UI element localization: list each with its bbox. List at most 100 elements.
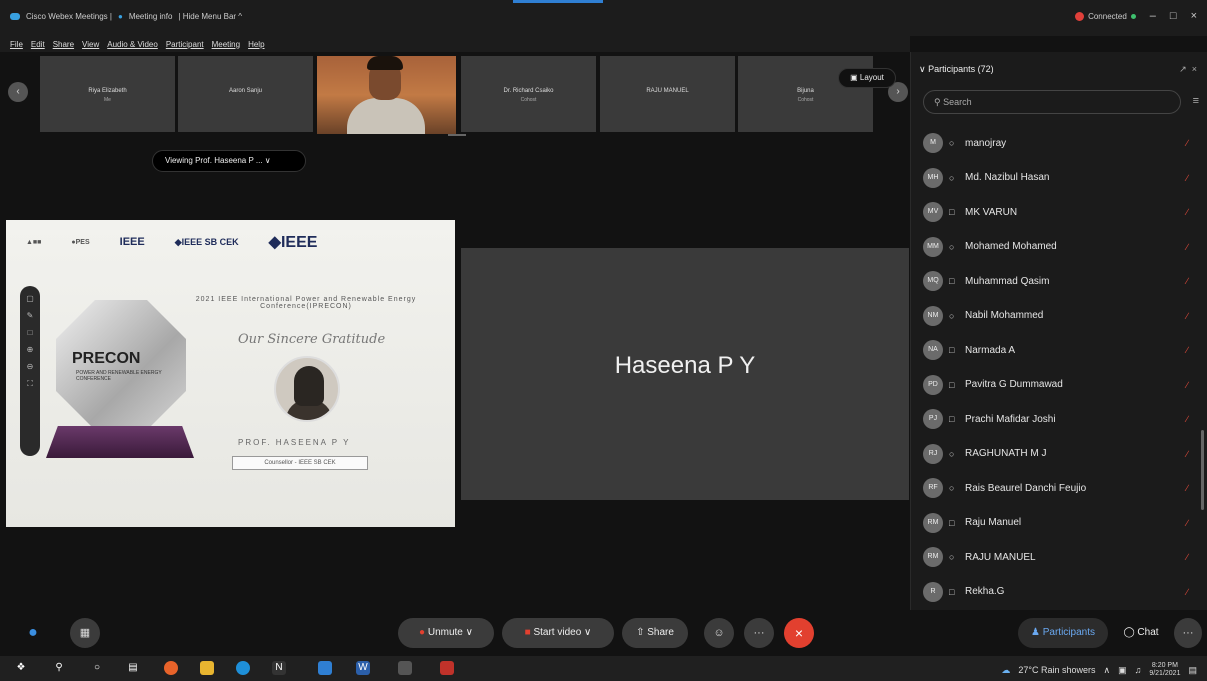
- pointer-icon[interactable]: ▢: [26, 294, 34, 303]
- participant-tile[interactable]: Aaron Sanju: [178, 56, 313, 132]
- participant-list-scrollbar[interactable]: [1201, 430, 1204, 510]
- popout-icon[interactable]: ↗: [1179, 64, 1187, 74]
- cortana-icon[interactable]: ○: [90, 661, 104, 675]
- muted-mic-icon[interactable]: ∕: [1186, 587, 1188, 597]
- chevron-down-icon[interactable]: ∨: [466, 627, 473, 638]
- clock[interactable]: 8:20 PM 9/21/2021: [1149, 662, 1180, 678]
- layout-button[interactable]: ▣ Layout: [838, 68, 896, 88]
- muted-mic-icon[interactable]: ∕: [1186, 173, 1188, 183]
- zoom-in-icon[interactable]: ⊕: [27, 345, 34, 354]
- participant-row[interactable]: MV □ MK VARUN ∕: [911, 195, 1207, 230]
- participant-row[interactable]: PJ □ Prachi Mafidar Joshi ∕: [911, 402, 1207, 437]
- menu-help[interactable]: Help: [248, 40, 264, 49]
- filmstrip-resize-handle[interactable]: [448, 134, 466, 136]
- pen-icon[interactable]: ✎: [27, 311, 34, 320]
- muted-mic-icon[interactable]: ∕: [1186, 380, 1188, 390]
- notion-icon[interactable]: N: [272, 661, 286, 675]
- menu-audio-video[interactable]: Audio & Video: [107, 40, 158, 49]
- muted-mic-icon[interactable]: ∕: [1186, 276, 1188, 286]
- muted-mic-icon[interactable]: ∕: [1186, 345, 1188, 355]
- apps-icon[interactable]: ▦: [70, 618, 100, 648]
- start-video-button[interactable]: ■ Start video ∨: [502, 618, 614, 648]
- filmstrip-prev-button[interactable]: ‹: [8, 82, 28, 102]
- share-button[interactable]: ⇧ Share: [622, 618, 688, 648]
- muted-mic-icon[interactable]: ∕: [1186, 414, 1188, 424]
- active-speaker-tile[interactable]: Haseena P Y: [461, 248, 909, 500]
- meeting-controls: ● ▦ ● Unmute ∨ ■ Start video ∨ ⇧ Share ☺…: [0, 610, 1207, 654]
- logo-image: ▲■■: [26, 238, 42, 246]
- expand-icon[interactable]: ⛶: [27, 379, 33, 389]
- chevron-down-icon[interactable]: ∨: [584, 627, 591, 638]
- menu-file[interactable]: File: [10, 40, 23, 49]
- firefox-icon[interactable]: [164, 661, 178, 675]
- participant-row[interactable]: PD □ Pavitra G Dummawad ∕: [911, 368, 1207, 403]
- muted-mic-icon[interactable]: ∕: [1186, 449, 1188, 459]
- menu-view[interactable]: View: [82, 40, 99, 49]
- chat-button[interactable]: ◯ Chat: [1112, 618, 1170, 648]
- weather-text[interactable]: 27°C Rain showers: [1018, 665, 1095, 675]
- close-button[interactable]: ×: [1191, 10, 1197, 22]
- participant-row[interactable]: MQ □ Muhammad Qasim ∕: [911, 264, 1207, 299]
- muted-mic-icon[interactable]: ∕: [1186, 311, 1188, 321]
- hide-menu-bar-link[interactable]: | Hide Menu Bar ^: [178, 12, 242, 21]
- chevron-up-icon[interactable]: ∧: [1103, 665, 1110, 676]
- muted-mic-icon[interactable]: ∕: [1186, 518, 1188, 528]
- notification-icon[interactable]: ▤: [1188, 665, 1197, 676]
- volume-icon[interactable]: ♫: [1135, 665, 1142, 675]
- windows-start-icon[interactable]: ❖: [14, 661, 28, 675]
- menu-share[interactable]: Share: [53, 40, 74, 49]
- app-icon[interactable]: [440, 661, 454, 675]
- participant-row[interactable]: RM □ Raju Manuel ∕: [911, 506, 1207, 541]
- file-explorer-icon[interactable]: [200, 661, 214, 675]
- sort-icon[interactable]: ≡: [1193, 95, 1199, 107]
- participant-row[interactable]: NA □ Narmada A ∕: [911, 333, 1207, 368]
- participant-row[interactable]: R □ Rekha.G ∕: [911, 575, 1207, 610]
- unmute-button[interactable]: ● Unmute ∨: [398, 618, 494, 648]
- menu-meeting[interactable]: Meeting: [212, 40, 240, 49]
- muted-mic-icon[interactable]: ∕: [1186, 207, 1188, 217]
- connection-status[interactable]: Connected: [1075, 11, 1136, 21]
- participants-button[interactable]: ♟ Participants: [1018, 618, 1108, 648]
- participant-row[interactable]: M ○ manojray ∕: [911, 126, 1207, 161]
- participant-row[interactable]: MM ○ Mohamed Mohamed ∕: [911, 230, 1207, 265]
- menu-participant[interactable]: Participant: [166, 40, 204, 49]
- search-icon[interactable]: ⚲: [52, 661, 66, 675]
- zoom-out-icon[interactable]: ⊖: [27, 362, 34, 371]
- participant-row[interactable]: RM ○ RAJU MANUEL ∕: [911, 540, 1207, 575]
- collapse-chevron-icon[interactable]: ∨: [919, 64, 928, 74]
- fit-icon[interactable]: □: [28, 328, 33, 337]
- maximize-button[interactable]: □: [1170, 10, 1177, 22]
- participants-header[interactable]: ∨ Participants (72): [919, 64, 994, 75]
- task-view-icon[interactable]: ▤: [126, 661, 140, 675]
- network-icon[interactable]: ▣: [1118, 665, 1127, 676]
- menu-edit[interactable]: Edit: [31, 40, 45, 49]
- participant-tile[interactable]: Dr. Richard Csaiko Cohost: [461, 56, 596, 132]
- webex-assistant-icon[interactable]: ●: [18, 618, 48, 648]
- participant-row[interactable]: MH ○ Md. Nazibul Hasan ∕: [911, 161, 1207, 196]
- participant-search-input[interactable]: ⚲ Search: [923, 90, 1181, 114]
- webex-taskbar-icon[interactable]: [318, 661, 332, 675]
- participant-row[interactable]: NM ○ Nabil Mohammed ∕: [911, 299, 1207, 334]
- participant-video-tile[interactable]: [317, 56, 456, 134]
- participant-row[interactable]: RF ○ Rais Beaurel Danchi Feujio ∕: [911, 471, 1207, 506]
- participant-tile[interactable]: Riya Elizabeth Me: [40, 56, 175, 132]
- muted-mic-icon[interactable]: ∕: [1186, 138, 1188, 148]
- muted-mic-icon[interactable]: ∕: [1186, 483, 1188, 493]
- meeting-info-link[interactable]: Meeting info: [129, 12, 173, 21]
- more-options-button[interactable]: ···: [744, 618, 774, 648]
- muted-mic-icon[interactable]: ∕: [1186, 552, 1188, 562]
- minimize-button[interactable]: –: [1150, 10, 1156, 22]
- reactions-icon[interactable]: ☺: [704, 618, 734, 648]
- participant-name: Pavitra G Dummawad: [965, 379, 1063, 391]
- viewing-share-dropdown[interactable]: Viewing Prof. Haseena P ... ∨: [152, 150, 306, 172]
- edge-icon[interactable]: [236, 661, 250, 675]
- more-panels-button[interactable]: ···: [1174, 618, 1202, 648]
- close-panel-icon[interactable]: ×: [1192, 64, 1197, 74]
- participant-row[interactable]: RJ ○ RAGHUNATH M J ∕: [911, 437, 1207, 472]
- camera-icon[interactable]: [398, 661, 412, 675]
- meeting-info-icon[interactable]: ●: [118, 12, 123, 21]
- end-meeting-button[interactable]: ×: [784, 618, 814, 648]
- word-icon[interactable]: W: [356, 661, 370, 675]
- participant-tile[interactable]: RAJU MANUEL: [600, 56, 735, 132]
- muted-mic-icon[interactable]: ∕: [1186, 242, 1188, 252]
